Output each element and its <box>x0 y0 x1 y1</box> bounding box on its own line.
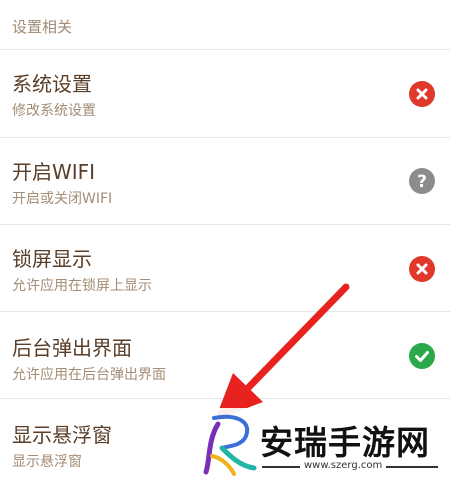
row-title: 锁屏显示 <box>12 247 92 271</box>
question-circle-icon[interactable]: ? <box>409 168 435 194</box>
row-title: 开启WIFI <box>12 160 96 184</box>
svg-text:?: ? <box>417 172 427 192</box>
section-header-label: 设置相关 <box>12 18 73 36</box>
watermark-url: www.szerg.com <box>304 460 383 471</box>
watermark-logo-icon <box>203 414 257 476</box>
section-header: 设置相关 <box>0 0 450 50</box>
watermark: 安瑞手游网 www.szerg.com <box>196 408 450 478</box>
settings-row-system-settings[interactable]: 系统设置 修改系统设置 <box>0 50 450 138</box>
check-circle-icon[interactable] <box>409 343 435 369</box>
watermark-text: 安瑞手游网 <box>260 423 430 462</box>
settings-row-background-popup[interactable]: 后台弹出界面 允许应用在后台弹出界面 <box>0 312 450 399</box>
watermark-rule-left <box>262 466 300 468</box>
settings-row-wifi[interactable]: 开启WIFI 开启或关闭WIFI ? <box>0 138 450 225</box>
row-subtitle: 允许应用在锁屏上显示 <box>12 278 152 294</box>
row-subtitle: 显示悬浮窗 <box>12 454 82 470</box>
row-title: 后台弹出界面 <box>12 336 132 360</box>
row-subtitle: 修改系统设置 <box>12 103 96 119</box>
x-circle-icon[interactable] <box>409 81 435 107</box>
x-circle-icon[interactable] <box>409 256 435 282</box>
row-title: 系统设置 <box>12 72 92 96</box>
settings-row-lockscreen[interactable]: 锁屏显示 允许应用在锁屏上显示 <box>0 225 450 312</box>
watermark-rule-right <box>386 466 438 468</box>
row-title: 显示悬浮窗 <box>12 423 112 447</box>
row-subtitle: 开启或关闭WIFI <box>12 191 113 207</box>
row-subtitle: 允许应用在后台弹出界面 <box>12 367 166 383</box>
